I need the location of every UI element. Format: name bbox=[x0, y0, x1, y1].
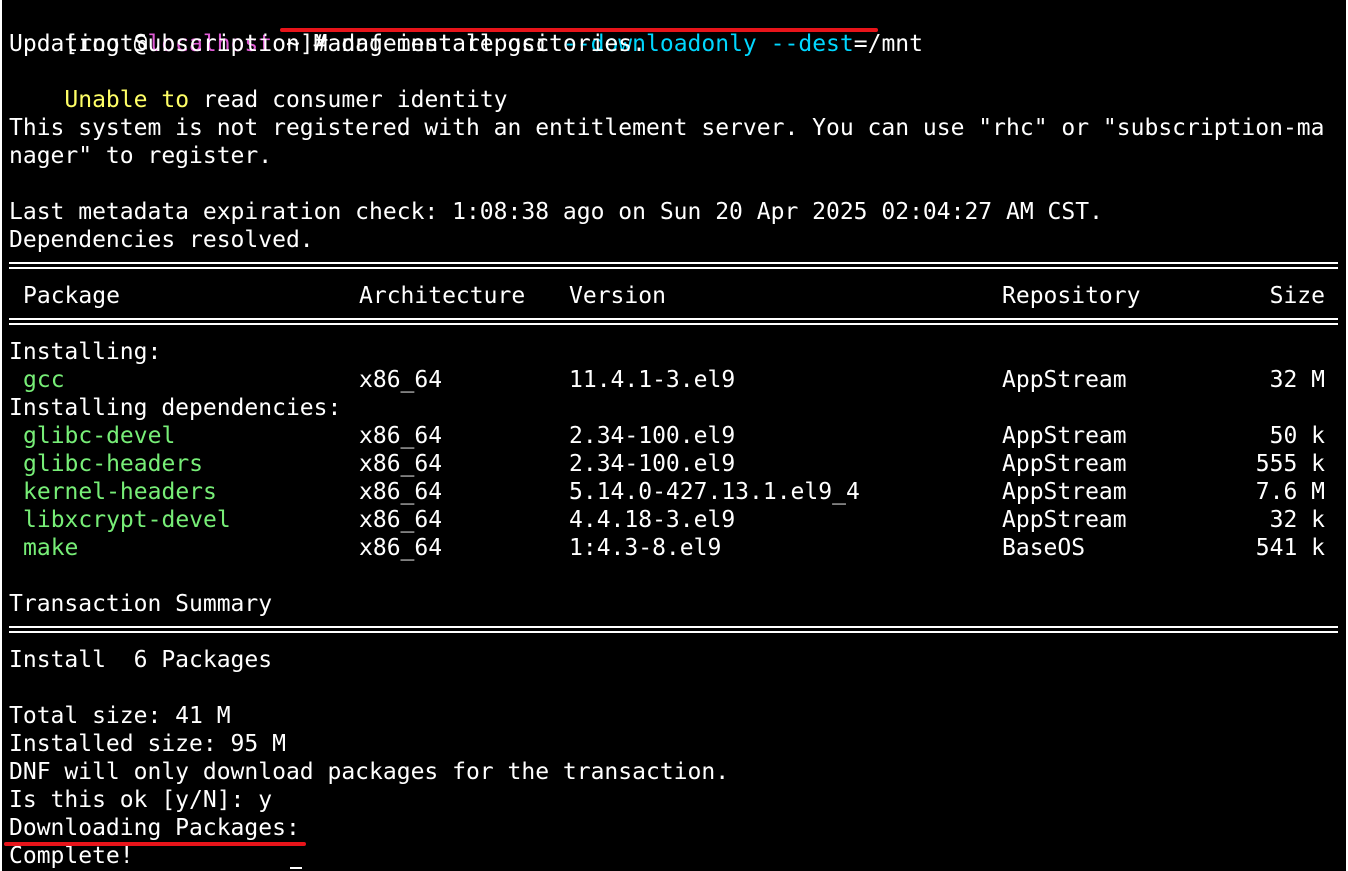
option-space bbox=[757, 31, 771, 57]
package-arch: x86_64 bbox=[359, 423, 443, 449]
package-size: 32 k bbox=[1269, 507, 1325, 533]
package-repo: BaseOS bbox=[1002, 535, 1086, 561]
unable-rest: read consumer identity bbox=[189, 87, 508, 113]
installing-label: Installing: bbox=[9, 339, 162, 365]
terminal-window[interactable]: [root@localhost ~]# dnf install gcc --do… bbox=[0, 0, 1348, 871]
package-arch: x86_64 bbox=[359, 479, 443, 505]
table-row: glibc-devel x86_64 2.34-100.el9 AppStrea… bbox=[9, 422, 1339, 450]
separator-header bbox=[9, 318, 1338, 325]
package-version: 2.34-100.el9 bbox=[569, 451, 736, 477]
separator-top bbox=[9, 262, 1338, 269]
package-arch: x86_64 bbox=[359, 535, 443, 561]
package-name: glibc-devel bbox=[23, 423, 176, 449]
header-package: Package bbox=[23, 283, 120, 309]
package-name: kernel-headers bbox=[23, 479, 217, 505]
package-arch: x86_64 bbox=[359, 507, 443, 533]
package-repo: AppStream bbox=[1002, 423, 1127, 449]
package-name: make bbox=[23, 535, 79, 561]
warning-word-unable: Unable bbox=[64, 87, 148, 113]
downloading-underline-annotation bbox=[4, 842, 306, 846]
package-size: 7.6 M bbox=[1255, 479, 1325, 505]
package-version: 2.34-100.el9 bbox=[569, 423, 736, 449]
deps-label: Installing dependencies: bbox=[9, 395, 342, 421]
installed-size: Installed size: 95 M bbox=[9, 731, 286, 757]
package-version: 11.4.1-3.el9 bbox=[569, 367, 736, 393]
command-underline-annotation bbox=[280, 28, 878, 32]
package-size: 541 k bbox=[1255, 535, 1325, 561]
package-name: glibc-headers bbox=[23, 451, 204, 477]
metadata-line: Last metadata expiration check: 1:08:38 … bbox=[9, 199, 1103, 225]
package-repo: AppStream bbox=[1002, 451, 1127, 477]
complete-line: Complete! bbox=[9, 843, 134, 869]
table-row: make x86_64 1:4.3-8.el9 BaseOS 541 k bbox=[9, 534, 1339, 562]
package-repo: AppStream bbox=[1002, 367, 1127, 393]
download-only-note: DNF will only download packages for the … bbox=[9, 759, 730, 785]
header-repository: Repository bbox=[1002, 283, 1141, 309]
install-count: Install 6 Packages bbox=[9, 647, 273, 673]
warning-word-to: to bbox=[161, 87, 190, 113]
confirm-prompt: Is this ok [y/N]: y bbox=[9, 787, 273, 813]
table-header: Package Architecture Version Repository … bbox=[9, 282, 1339, 310]
header-version: Version bbox=[569, 283, 666, 309]
table-row: glibc-headers x86_64 2.34-100.el9 AppStr… bbox=[9, 450, 1339, 478]
package-arch: x86_64 bbox=[359, 367, 443, 393]
header-size: Size bbox=[1269, 283, 1325, 309]
package-repo: AppStream bbox=[1002, 479, 1127, 505]
command-line: [root@localhost ~]# dnf install gcc --do… bbox=[9, 2, 923, 57]
header-architecture: Architecture bbox=[359, 283, 526, 309]
package-repo: AppStream bbox=[1002, 507, 1127, 533]
package-size: 555 k bbox=[1255, 451, 1325, 477]
option-dest: --dest bbox=[770, 31, 854, 57]
summary-title: Transaction Summary bbox=[9, 591, 273, 617]
table-row: libxcrypt-devel x86_64 4.4.18-3.el9 AppS… bbox=[9, 506, 1339, 534]
warning-space bbox=[147, 87, 161, 113]
package-version: 5.14.0-427.13.1.el9_4 bbox=[569, 479, 860, 505]
table-row: gcc x86_64 11.4.1-3.el9 AppStream 32 M bbox=[9, 366, 1339, 394]
total-size: Total size: 41 M bbox=[9, 703, 231, 729]
downloading-line: Downloading Packages: bbox=[9, 815, 300, 841]
resolved-line: Dependencies resolved. bbox=[9, 227, 314, 253]
package-size: 32 M bbox=[1269, 367, 1325, 393]
notice-line-1: This system is not registered with an en… bbox=[9, 115, 1325, 141]
notice-line-2: nager" to register. bbox=[9, 143, 273, 169]
separator-summary bbox=[9, 626, 1338, 633]
text-cursor bbox=[290, 867, 302, 869]
option-dest-value: =/mnt bbox=[853, 31, 923, 57]
package-name: libxcrypt-devel bbox=[23, 507, 231, 533]
package-version: 4.4.18-3.el9 bbox=[569, 507, 736, 533]
package-name: gcc bbox=[23, 367, 65, 393]
table-row: kernel-headers x86_64 5.14.0-427.13.1.el… bbox=[9, 478, 1339, 506]
package-version: 1:4.3-8.el9 bbox=[569, 535, 722, 561]
unable-line: Unable to read consumer identity bbox=[9, 58, 507, 113]
package-size: 50 k bbox=[1269, 423, 1325, 449]
updating-line: Updating Subscription Management reposit… bbox=[9, 31, 646, 57]
package-arch: x86_64 bbox=[359, 451, 443, 477]
